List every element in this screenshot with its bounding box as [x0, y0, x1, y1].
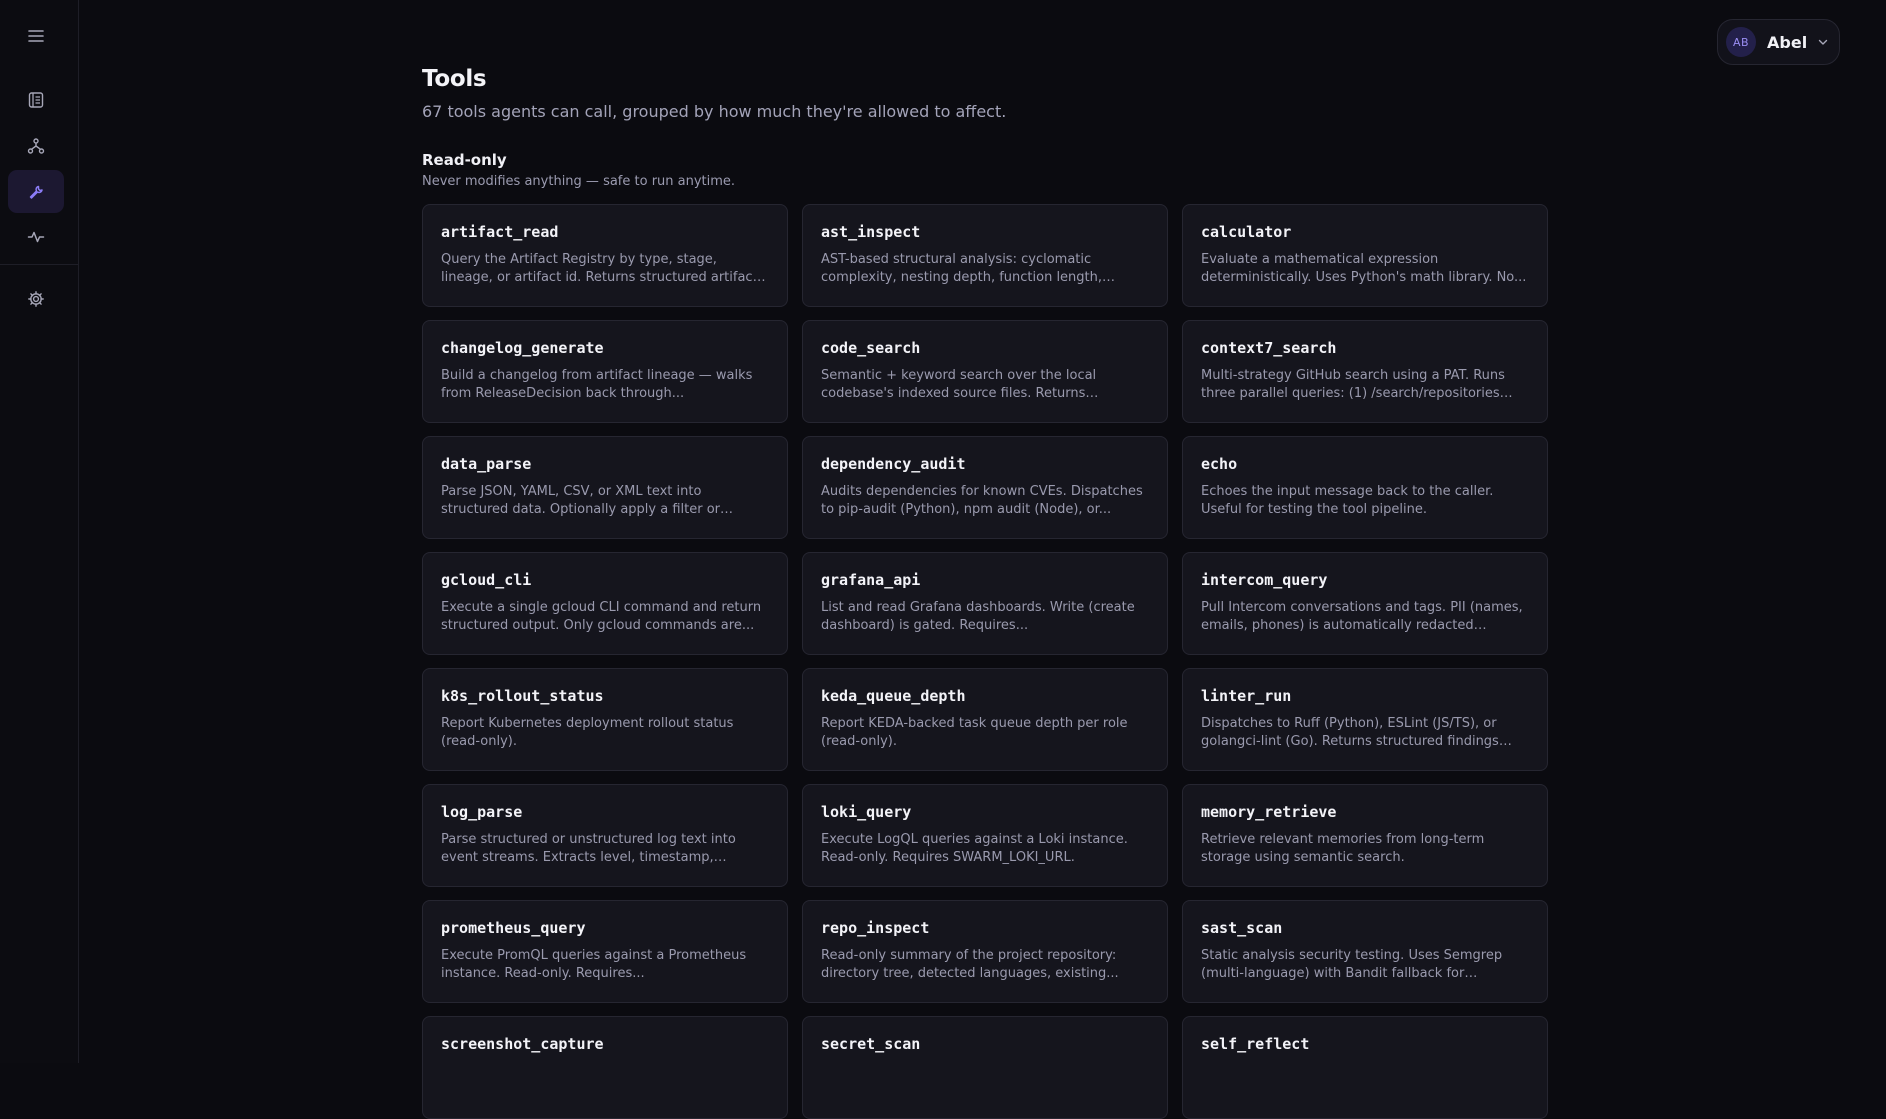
tool-card[interactable]: dependency_audit Audits dependencies for …	[802, 436, 1168, 539]
tool-icon	[27, 183, 45, 201]
tool-name: secret_scan	[821, 1034, 1149, 1054]
tool-description: Retrieve relevant memories from long-ter…	[1201, 831, 1529, 867]
tool-name: grafana_api	[821, 570, 1149, 590]
tool-card[interactable]: self_reflect	[1182, 1016, 1548, 1119]
page-title: Tools	[422, 66, 486, 92]
tool-name: dependency_audit	[821, 454, 1149, 474]
tool-name: calculator	[1201, 222, 1529, 242]
tool-card[interactable]: data_parse Parse JSON, YAML, CSV, or XML …	[422, 436, 788, 539]
sidebar-item-tools[interactable]	[8, 170, 64, 213]
tool-description: Parse structured or unstructured log tex…	[441, 831, 769, 867]
tool-name: changelog_generate	[441, 338, 769, 358]
tool-name: intercom_query	[1201, 570, 1529, 590]
sidebar-item-graph[interactable]	[8, 124, 64, 167]
tool-name: code_search	[821, 338, 1149, 358]
tool-name: prometheus_query	[441, 918, 769, 938]
sidebar-item-activity[interactable]	[8, 215, 64, 258]
tool-name: screenshot_capture	[441, 1034, 769, 1054]
tool-description: Evaluate a mathematical expression deter…	[1201, 251, 1529, 287]
tool-description: Multi-strategy GitHub search using a PAT…	[1201, 367, 1529, 403]
tool-description: Audits dependencies for known CVEs. Disp…	[821, 483, 1149, 519]
avatar: AB	[1726, 27, 1756, 57]
tool-name: data_parse	[441, 454, 769, 474]
tool-name: artifact_read	[441, 222, 769, 242]
tool-card[interactable]: memory_retrieve Retrieve relevant memorie…	[1182, 784, 1548, 887]
tool-description: Execute a single gcloud CLI command and …	[441, 599, 769, 635]
tool-name: linter_run	[1201, 686, 1529, 706]
tool-name: gcloud_cli	[441, 570, 769, 590]
tool-description: List and read Grafana dashboards. Write …	[821, 599, 1149, 635]
tool-card[interactable]: k8s_rollout_status Report Kubernetes depl…	[422, 668, 788, 771]
group-description: Never modifies anything — safe to run an…	[422, 174, 735, 189]
activity-icon	[27, 228, 45, 246]
tool-description: Dispatches to Ruff (Python), ESLint (JS/…	[1201, 715, 1529, 751]
tool-card[interactable]: screenshot_capture	[422, 1016, 788, 1119]
tool-card[interactable]: changelog_generate Build a changelog from…	[422, 320, 788, 423]
tool-name: ast_inspect	[821, 222, 1149, 242]
tool-name: loki_query	[821, 802, 1149, 822]
user-name: Abel	[1767, 33, 1807, 52]
tool-card[interactable]: calculator Evaluate a mathematical expres…	[1182, 204, 1548, 307]
sidebar	[0, 0, 79, 1063]
tool-description: Static analysis security testing. Uses S…	[1201, 947, 1529, 983]
tool-name: context7_search	[1201, 338, 1529, 358]
tool-card[interactable]: artifact_read Query the Artifact Registry…	[422, 204, 788, 307]
tool-name: k8s_rollout_status	[441, 686, 769, 706]
tool-card[interactable]: intercom_query Pull Intercom conversation…	[1182, 552, 1548, 655]
tool-card[interactable]: secret_scan	[802, 1016, 1168, 1119]
tool-card[interactable]: linter_run Dispatches to Ruff (Python), E…	[1182, 668, 1548, 771]
tool-name: log_parse	[441, 802, 769, 822]
tool-description: Parse JSON, YAML, CSV, or XML text into …	[441, 483, 769, 519]
gear-icon	[27, 290, 45, 308]
tool-name: keda_queue_depth	[821, 686, 1149, 706]
tool-card[interactable]: context7_search Multi-strategy GitHub sea…	[1182, 320, 1548, 423]
tool-description: Pull Intercom conversations and tags. PI…	[1201, 599, 1529, 635]
user-menu-button[interactable]: AB Abel	[1717, 19, 1840, 65]
tool-name: self_reflect	[1201, 1034, 1529, 1054]
tool-name: memory_retrieve	[1201, 802, 1529, 822]
tool-description: AST-based structural analysis: cyclomati…	[821, 251, 1149, 287]
tool-description: Echoes the input message back to the cal…	[1201, 483, 1529, 519]
tool-card[interactable]: ast_inspect AST-based structural analysis…	[802, 204, 1168, 307]
tool-card[interactable]: sast_scan Static analysis security testin…	[1182, 900, 1548, 1003]
group-title: Read-only	[422, 151, 507, 169]
tool-description: Semantic + keyword search over the local…	[821, 367, 1149, 403]
tool-card[interactable]: repo_inspect Read-only summary of the pro…	[802, 900, 1168, 1003]
tool-description: Read-only summary of the project reposit…	[821, 947, 1149, 983]
tool-grid: artifact_read Query the Artifact Registry…	[422, 204, 1548, 1119]
chevron-down-icon	[1817, 36, 1829, 48]
tool-card[interactable]: loki_query Execute LogQL queries against …	[802, 784, 1168, 887]
tool-card[interactable]: grafana_api List and read Grafana dashboa…	[802, 552, 1168, 655]
tool-description: Report Kubernetes deployment rollout sta…	[441, 715, 769, 751]
tool-card[interactable]: code_search Semantic + keyword search ove…	[802, 320, 1168, 423]
page-subtitle: 67 tools agents can call, grouped by how…	[422, 102, 1006, 121]
menu-icon	[27, 27, 45, 45]
sidebar-item-settings[interactable]	[8, 277, 64, 320]
tool-name: repo_inspect	[821, 918, 1149, 938]
tool-card[interactable]: prometheus_query Execute PromQL queries a…	[422, 900, 788, 1003]
tool-card[interactable]: echo Echoes the input message back to the…	[1182, 436, 1548, 539]
tool-description: Execute LogQL queries against a Loki ins…	[821, 831, 1149, 867]
tool-description: Execute PromQL queries against a Prometh…	[441, 947, 769, 983]
tool-card[interactable]: log_parse Parse structured or unstructure…	[422, 784, 788, 887]
tool-card[interactable]: gcloud_cli Execute a single gcloud CLI co…	[422, 552, 788, 655]
sidebar-item-documents[interactable]	[8, 78, 64, 121]
tool-description: Report KEDA-backed task queue depth per …	[821, 715, 1149, 751]
document-icon	[27, 91, 45, 109]
tool-description: Query the Artifact Registry by type, sta…	[441, 251, 769, 287]
graph-icon	[27, 137, 45, 155]
sidebar-divider	[0, 264, 79, 265]
tool-name: echo	[1201, 454, 1529, 474]
menu-button[interactable]	[8, 14, 64, 57]
tool-name: sast_scan	[1201, 918, 1529, 938]
tool-description: Build a changelog from artifact lineage …	[441, 367, 769, 403]
tool-card[interactable]: keda_queue_depth Report KEDA-backed task …	[802, 668, 1168, 771]
